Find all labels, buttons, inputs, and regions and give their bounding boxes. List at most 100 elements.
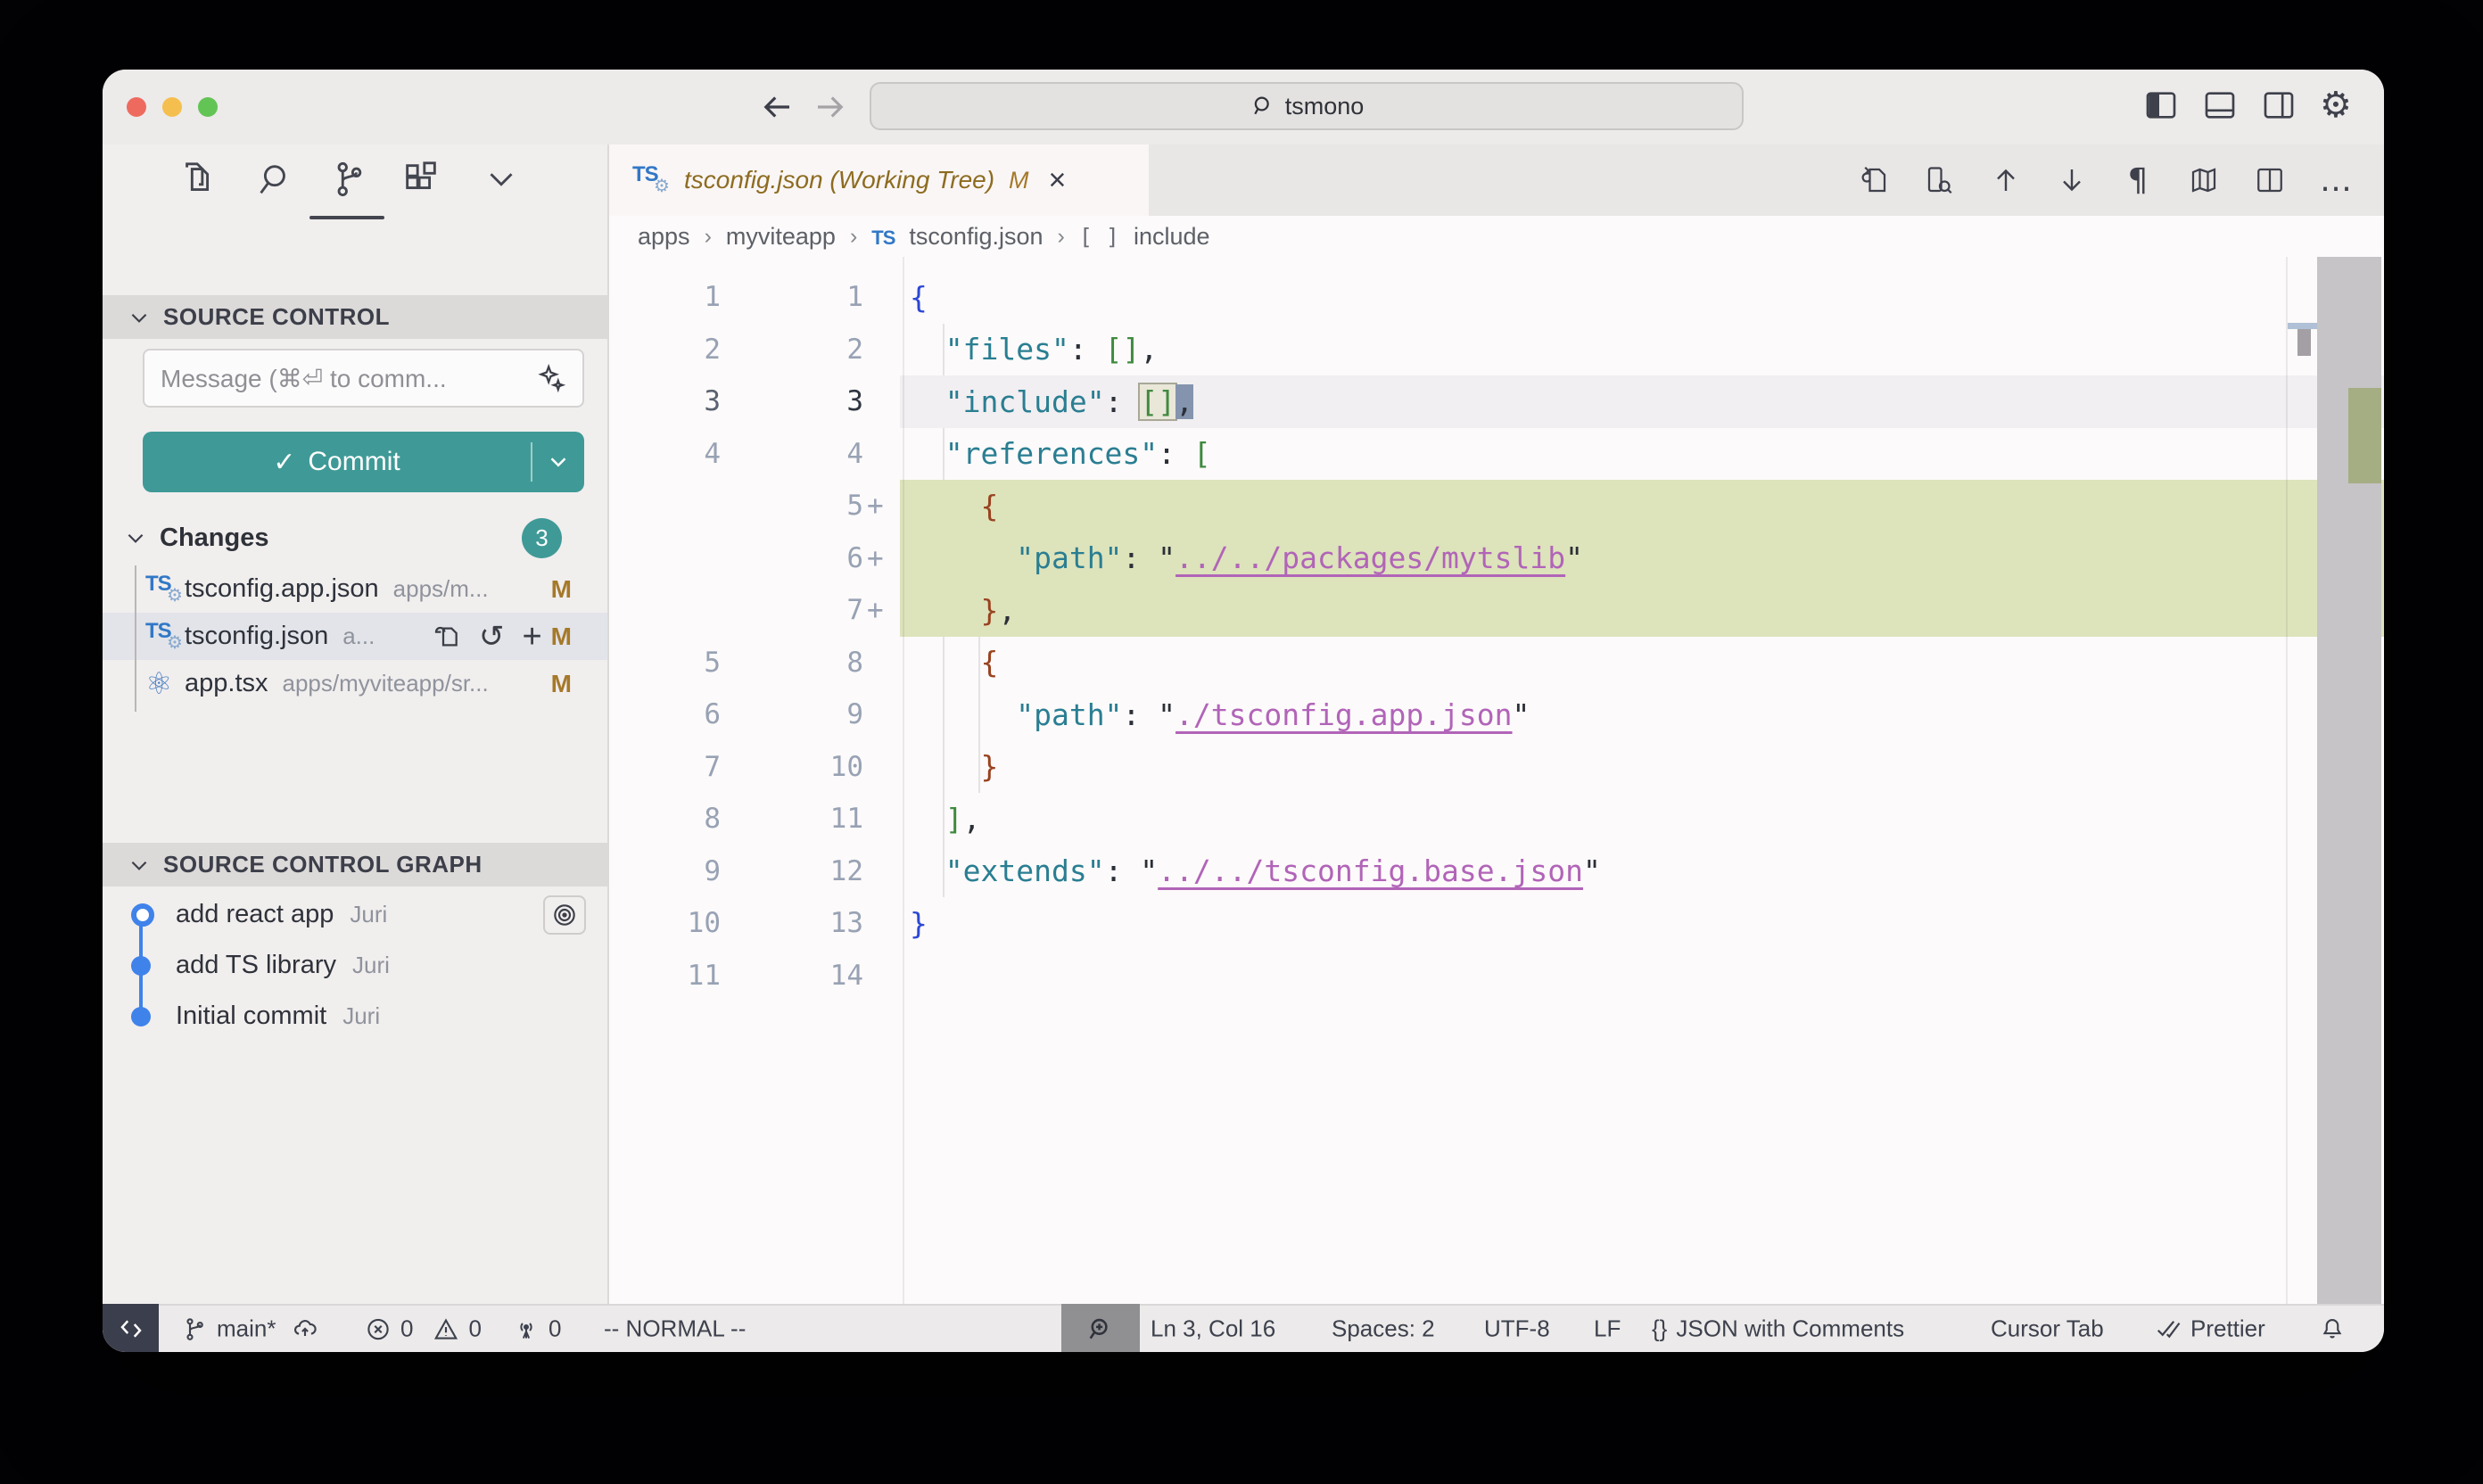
breadcrumb-segment[interactable]: tsconfig.json (909, 223, 1043, 251)
code-line[interactable]: 7 + }, (609, 584, 2384, 637)
modified-line-number: 11 (721, 803, 863, 835)
vim-mode-indicator: -- NORMAL -- (604, 1315, 746, 1343)
close-window-button[interactable] (127, 97, 146, 117)
search-view-icon[interactable] (252, 159, 293, 200)
previous-change-icon[interactable] (1990, 164, 2022, 196)
minimize-window-button[interactable] (162, 97, 182, 117)
navigate-forward-icon[interactable] (812, 88, 849, 126)
map-icon[interactable] (2188, 164, 2220, 196)
breadcrumb-segment[interactable]: apps (638, 223, 690, 251)
diff-added-marker: + (863, 490, 900, 522)
indentation-status[interactable]: Spaces: 2 (1332, 1315, 1435, 1343)
code-line[interactable]: 6 9 "path": "./tsconfig.app.json" (609, 688, 2384, 741)
problems-status-item[interactable]: 0 0 (365, 1315, 482, 1343)
search-icon (1250, 93, 1276, 120)
breadcrumb-segment[interactable]: include (1134, 223, 1210, 251)
branch-name: main* (217, 1315, 276, 1343)
more-actions-icon[interactable]: … (2320, 164, 2352, 196)
source-control-section-header[interactable]: SOURCE CONTROL (103, 295, 607, 339)
code-token: { (980, 489, 998, 524)
code-token (910, 697, 1016, 732)
code-line[interactable]: 6 + "path": "../../packages/mytslib" (609, 532, 2384, 585)
changed-file-row[interactable]: TS⚙ tsconfig.app.json apps/m... ↺ + M (103, 565, 607, 613)
search-value: tsmono (1285, 93, 1365, 120)
code-line[interactable]: 11 14 (609, 950, 2384, 1002)
source-control-graph-header[interactable]: SOURCE CONTROL GRAPH (103, 843, 607, 886)
code-line[interactable]: 2 2 "files": [], (609, 324, 2384, 376)
code-token (910, 802, 945, 837)
code-line[interactable]: 7 10 } (609, 741, 2384, 794)
check-icon: ✓ (273, 447, 295, 478)
file-name: app.tsx (185, 669, 268, 698)
editor-tab[interactable]: TS⚙ tsconfig.json (Working Tree) M × (609, 144, 1149, 216)
cursor-position-status[interactable]: Ln 3, Col 16 (1151, 1315, 1275, 1343)
code-line[interactable]: 5 + { (609, 480, 2384, 532)
cursor-tab-status[interactable]: Cursor Tab (1991, 1315, 2104, 1343)
commit-row[interactable]: add TS library Juri (103, 940, 607, 991)
toggle-primary-sidebar-icon[interactable] (2143, 87, 2179, 123)
settings-gear-icon[interactable]: ⚙ (2320, 87, 2355, 123)
changed-file-row[interactable]: ⚛ app.tsx apps/myviteapp/sr... ↺ + M (103, 660, 607, 707)
toggle-secondary-sidebar-icon[interactable] (2261, 87, 2297, 123)
breadcrumb-segment[interactable]: myviteapp (726, 223, 836, 251)
code-line[interactable]: 10 13 } (609, 897, 2384, 950)
code-token (910, 645, 980, 680)
modified-line-number: 8 (721, 647, 863, 679)
encoding-status[interactable]: UTF-8 (1484, 1315, 1550, 1343)
tab-close-icon[interactable]: × (1049, 167, 1067, 194)
formatter-status[interactable]: Prettier (2155, 1315, 2265, 1343)
app-window: tsmono ⚙ (103, 70, 2384, 1352)
code-line[interactable]: 8 11 ], (609, 793, 2384, 845)
commit-button[interactable]: ✓ Commit (143, 432, 584, 492)
notifications-bell-icon[interactable] (2319, 1315, 2346, 1342)
diff-editor-content[interactable]: 1 1 { 2 2 "files": [], (609, 257, 2384, 1304)
code-lines: 1 1 { 2 2 "files": [], (609, 271, 2384, 1002)
code-line[interactable]: 1 1 { (609, 271, 2384, 324)
code-line[interactable]: 5 8 { (609, 637, 2384, 689)
code-line[interactable]: 3 3 "include": [], (609, 375, 2384, 428)
eol-status[interactable]: LF (1594, 1315, 1621, 1343)
more-views-chevron-icon[interactable] (481, 159, 522, 200)
extensions-view-icon[interactable] (400, 159, 441, 200)
next-change-icon[interactable] (2056, 164, 2088, 196)
open-file-icon[interactable] (433, 622, 461, 651)
maximize-window-button[interactable] (198, 97, 218, 117)
code-token: ./tsconfig.app.json (1176, 697, 1513, 732)
language-mode-status[interactable]: {} JSON with Comments (1652, 1315, 1904, 1343)
stage-changes-icon[interactable]: + (522, 622, 541, 651)
modified-line-number: 9 (721, 698, 863, 730)
code-line[interactable]: 4 4 "references": [ (609, 428, 2384, 481)
commit-row[interactable]: add react app Juri (103, 889, 607, 940)
modified-line-number: 14 (721, 960, 863, 992)
inline-view-toggle-icon[interactable] (1924, 164, 1956, 196)
code-text: } (900, 741, 2384, 794)
command-center-search[interactable]: tsmono (870, 82, 1744, 130)
modified-line-number: 10 (721, 751, 863, 783)
tree-indent-guide (135, 565, 136, 712)
commit-row[interactable]: Initial commit Juri (103, 991, 607, 1042)
ports-status-item[interactable]: 0 (513, 1315, 561, 1343)
whitespace-toggle-icon[interactable]: ¶ (2122, 164, 2154, 196)
commit-message-input[interactable]: Message (⌘⏎ to comm... (143, 349, 584, 408)
commit-dot-icon (131, 956, 151, 976)
code-line[interactable]: 9 12 "extends": "../../tsconfig.base.jso… (609, 845, 2384, 898)
open-changes-icon[interactable] (1858, 164, 1890, 196)
zoom-status-item[interactable] (1061, 1304, 1140, 1352)
sync-cloud-icon[interactable] (292, 1315, 318, 1342)
original-line-number: 8 (609, 803, 721, 835)
remote-indicator[interactable] (103, 1304, 159, 1352)
changed-file-row[interactable]: TS⚙ tsconfig.json a... ↺ + M (103, 613, 607, 660)
split-editor-icon[interactable] (2254, 164, 2286, 196)
commit-dropdown-button[interactable] (532, 449, 584, 475)
explorer-icon[interactable] (178, 159, 219, 200)
file-path: apps/m... (393, 575, 489, 603)
generate-commit-message-icon[interactable] (536, 363, 566, 393)
file-path: apps/myviteapp/sr... (283, 670, 489, 697)
checkout-target-icon[interactable] (543, 895, 586, 935)
navigate-back-icon[interactable] (758, 88, 796, 126)
commit-author: Juri (342, 1002, 380, 1030)
source-control-view-icon[interactable] (327, 159, 368, 200)
discard-changes-icon[interactable]: ↺ (479, 622, 505, 651)
toggle-panel-icon[interactable] (2202, 87, 2238, 123)
branch-status-item[interactable]: main* (181, 1315, 318, 1343)
